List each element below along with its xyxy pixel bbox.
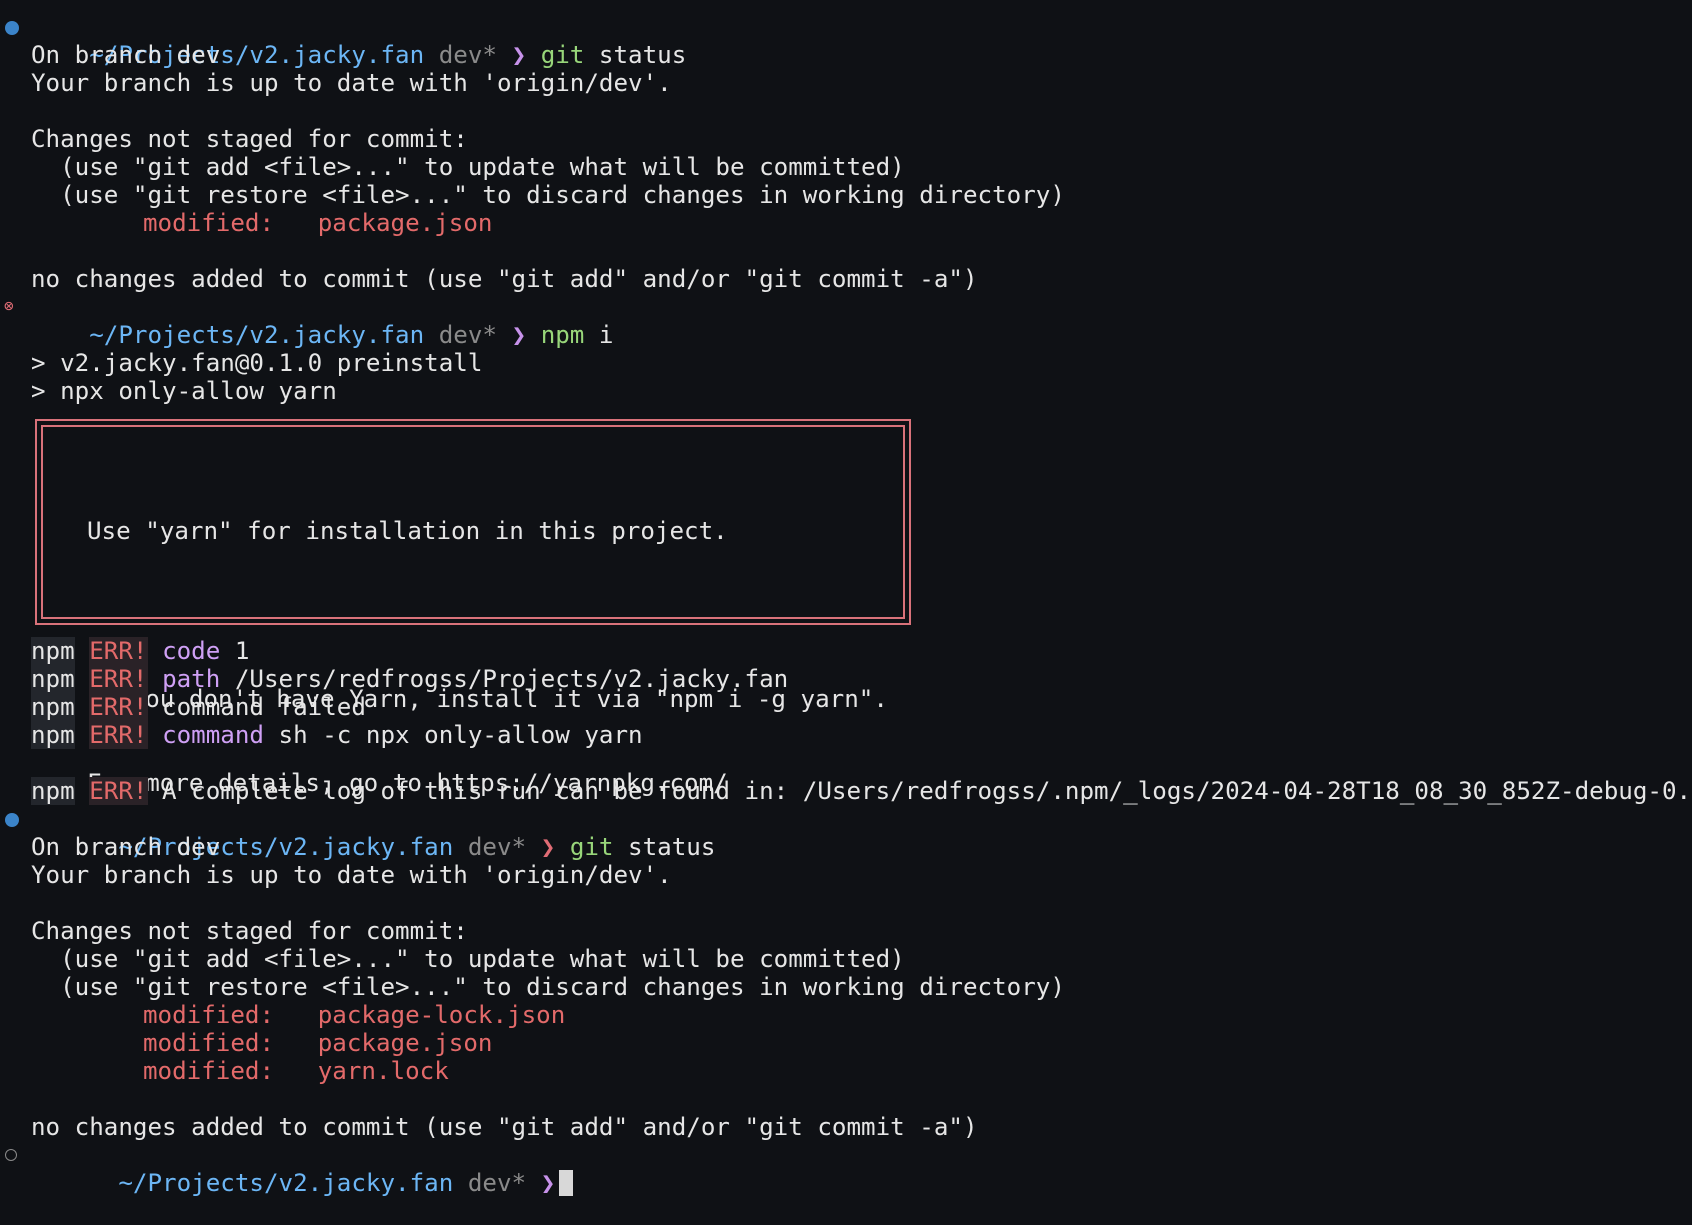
output-line: Changes not staged for commit: [0, 125, 1692, 153]
terminal-output: ~/Projects/v2.jacky.fan dev* ❯ git statu… [0, 13, 1692, 1169]
modified-label: modified: [143, 1001, 274, 1029]
output-line: (use "git add <file>..." to update what … [0, 945, 1692, 973]
prompt-path: ~/Projects/v2.jacky.fan [118, 1169, 453, 1197]
err-key: code [162, 637, 220, 665]
prompt-line-active[interactable]: ~/Projects/v2.jacky.fan dev* ❯ [0, 1141, 1692, 1169]
output-line: On branch dev [0, 41, 1692, 69]
output-line: (use "git add <file>..." to update what … [0, 153, 1692, 181]
npm-tag: npm [31, 665, 75, 693]
modified-file-line: modified: yarn.lock [0, 1057, 1692, 1085]
output-line [0, 97, 1692, 125]
npm-tag: npm [31, 777, 75, 805]
yarn-warning-box: Use "yarn" for installation in this proj… [35, 419, 911, 625]
output-line: Your branch is up to date with 'origin/d… [0, 861, 1692, 889]
err-tag: ERR! [89, 665, 147, 693]
modified-file: package-lock.json [318, 1001, 566, 1029]
output-line [0, 889, 1692, 917]
err-tag: ERR! [89, 637, 147, 665]
output-line: (use "git restore <file>..." to discard … [0, 181, 1692, 209]
prompt-line: ~/Projects/v2.jacky.fan dev* ❯ git statu… [0, 13, 1692, 41]
prompt-chevron-icon: ❯ [541, 1169, 556, 1197]
output-line: > npx only-allow yarn [0, 377, 1692, 405]
error-circle-icon: ⊗ [4, 298, 20, 314]
prompt-path: ~/Projects/v2.jacky.fan [89, 321, 424, 349]
status-ring-icon [5, 1149, 19, 1163]
npm-error-line: npm ERR! code 1 [0, 637, 1692, 665]
output-footer: no changes added to commit (use "git add… [0, 1113, 1692, 1141]
prompt-line: ~/Projects/v2.jacky.fan dev* ❯ git statu… [0, 805, 1692, 833]
modified-label: modified: [143, 209, 274, 237]
npm-error-line: npm ERR! path /Users/redfrogss/Projects/… [0, 665, 1692, 693]
modified-file: package.json [318, 209, 493, 237]
npm-tag: npm [31, 721, 75, 749]
modified-file-line: modified: package-lock.json [0, 1001, 1692, 1029]
err-key: path [162, 665, 220, 693]
output-line: Your branch is up to date with 'origin/d… [0, 69, 1692, 97]
npm-tag: npm [31, 637, 75, 665]
modified-file: yarn.lock [318, 1057, 449, 1085]
output-footer: no changes added to commit (use "git add… [0, 265, 1692, 293]
err-key: command [162, 721, 264, 749]
status-dot-icon [5, 21, 19, 35]
err-tag: ERR! [89, 721, 147, 749]
modified-file: package.json [318, 1029, 493, 1057]
status-dot-icon [5, 813, 19, 827]
err-value: sh -c npx only-allow yarn [264, 721, 643, 749]
err-value: /Users/redfrogss/Projects/v2.jacky.fan [220, 665, 788, 693]
modified-file-line: modified: package.json [0, 1029, 1692, 1057]
prompt-branch: dev* [439, 321, 497, 349]
modified-label: modified: [143, 1057, 274, 1085]
output-line: On branch dev [0, 833, 1692, 861]
err-tag: ERR! [89, 777, 147, 805]
command-args: i [584, 321, 613, 349]
box-line: Use "yarn" for installation in this proj… [87, 517, 888, 545]
command-npm: npm [541, 321, 585, 349]
modified-file-line: modified: package.json [0, 209, 1692, 237]
output-line: Changes not staged for commit: [0, 917, 1692, 945]
npm-tag: npm [31, 693, 75, 721]
npm-error-line: npm ERR! command failed [0, 693, 1692, 721]
text-cursor[interactable] [559, 1170, 573, 1196]
log-path: A complete log of this run can be found … [148, 777, 1692, 805]
output-line: (use "git restore <file>..." to discard … [0, 973, 1692, 1001]
prompt-line: ⊗~/Projects/v2.jacky.fan dev* ❯ npm i [0, 293, 1692, 321]
prompt-branch: dev* [468, 1169, 526, 1197]
npm-log-line: npm ERR! A complete log of this run can … [0, 777, 1692, 805]
err-value: 1 [220, 637, 249, 665]
npm-error-line: npm ERR! command sh -c npx only-allow ya… [0, 721, 1692, 749]
modified-label: modified: [143, 1029, 274, 1057]
err-tag: ERR! [89, 693, 147, 721]
err-value: command failed [148, 693, 366, 721]
output-line: > v2.jacky.fan@0.1.0 preinstall [0, 349, 1692, 377]
prompt-chevron-icon: ❯ [512, 321, 527, 349]
